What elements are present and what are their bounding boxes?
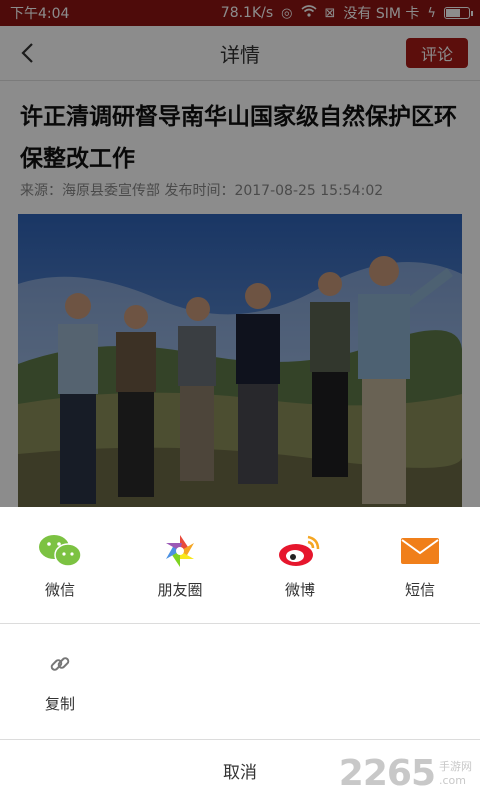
- link-icon: [45, 649, 75, 679]
- share-label: 微信: [44, 581, 75, 599]
- share-wechat[interactable]: 微信: [0, 507, 120, 623]
- share-weibo[interactable]: 微博: [240, 507, 360, 623]
- sms-icon: [398, 531, 442, 571]
- share-sms[interactable]: 短信: [360, 507, 480, 623]
- moments-icon: [158, 531, 202, 571]
- watermark-number: 2265: [338, 753, 436, 794]
- copy-link-button[interactable]: 复制: [0, 637, 120, 737]
- site-watermark: 2265 手游网 .com: [339, 753, 472, 794]
- watermark-suffix: .com: [439, 774, 466, 787]
- sheet-divider: [0, 623, 480, 624]
- wechat-icon: [38, 531, 82, 571]
- share-sheet: 微信 朋友圈 微博 短信 复制 取消 2265 手游网 .com: [0, 507, 480, 800]
- share-label: 朋友圈: [157, 581, 203, 599]
- share-moments[interactable]: 朋友圈: [120, 507, 240, 623]
- copy-label: 复制: [44, 695, 75, 713]
- watermark-text: 手游网 .com: [439, 760, 472, 788]
- share-label: 短信: [404, 581, 435, 599]
- share-options: 微信 朋友圈 微博 短信: [0, 507, 480, 623]
- weibo-icon: [278, 531, 322, 571]
- share-label: 微博: [284, 581, 315, 599]
- watermark-site: 手游网: [439, 760, 472, 773]
